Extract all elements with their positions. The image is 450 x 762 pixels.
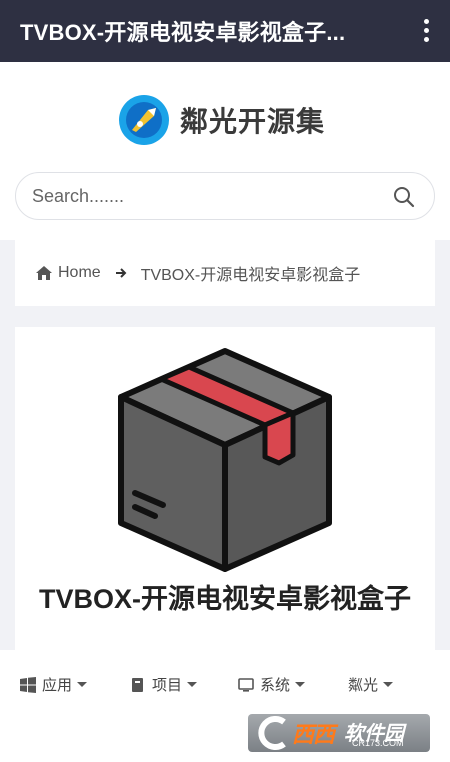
post-card[interactable]: TVBOX-开源电视安卓影视盒子 (15, 327, 435, 657)
caret-down-icon (187, 682, 198, 687)
breadcrumb: Home TVBOX-开源电视安卓影视盒子 (15, 240, 435, 306)
search-icon[interactable] (392, 185, 416, 209)
site-logo[interactable]: 鄰光开源集 (118, 94, 325, 146)
caret-down-icon (383, 682, 394, 687)
breadcrumb-home-link[interactable]: Home (58, 264, 101, 282)
search-box (15, 172, 435, 220)
watermark-brand: 西西 (292, 722, 335, 747)
watermark-mark-icon (258, 716, 286, 750)
windows-icon (20, 676, 36, 693)
watermark-logo: 西西 软件园 CR173.COM (248, 714, 430, 752)
site-header: 鄰光开源集 (0, 62, 450, 240)
nav-label: 应用 (42, 677, 73, 694)
site-name: 鄰光开源集 (180, 105, 326, 138)
caret-down-icon (295, 682, 306, 687)
package-box-icon (118, 348, 332, 572)
caret-down-icon (77, 682, 88, 687)
nav-item-projects[interactable]: 项目 (130, 674, 198, 695)
breadcrumb-current: TVBOX-开源电视安卓影视盒子 (140, 267, 361, 284)
nav-label: 系统 (260, 677, 291, 694)
monitor-icon (238, 677, 254, 692)
nav-label: 项目 (152, 677, 183, 694)
more-options-icon[interactable] (416, 14, 436, 46)
nav-item-about[interactable]: 粼光 (348, 674, 394, 695)
nav-label: 粼光 (348, 677, 379, 694)
post-title[interactable]: TVBOX-开源电视安卓影视盒子 (33, 581, 417, 617)
book-icon (132, 677, 143, 692)
watermark-url: CR173.COM (352, 738, 404, 748)
app-bar: TVBOX-开源电视安卓影视盒子... (0, 0, 450, 62)
search-input[interactable] (32, 173, 372, 219)
nav-item-systems[interactable]: 系统 (238, 674, 306, 695)
nav-item-apps[interactable]: 应用 (20, 674, 88, 695)
logo-icon (119, 95, 169, 145)
app-title: TVBOX-开源电视安卓影视盒子... (20, 20, 346, 45)
home-icon (36, 266, 52, 280)
arrow-right-icon (115, 268, 127, 278)
